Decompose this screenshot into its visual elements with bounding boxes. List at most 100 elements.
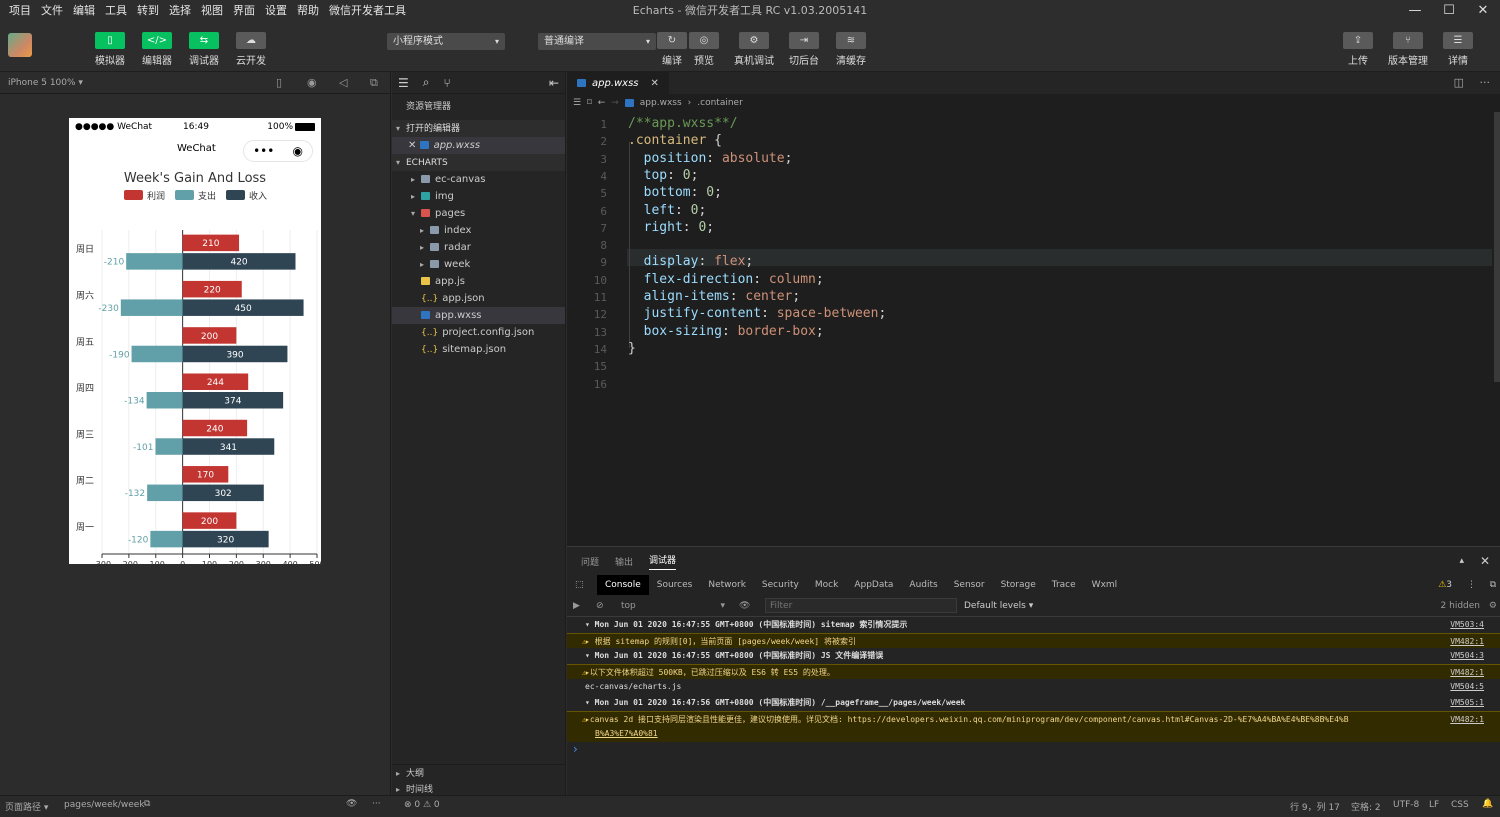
menu-item[interactable]: 界面 (228, 0, 260, 22)
code-line[interactable]: position: absolute; (628, 151, 793, 166)
breadcrumb-selector[interactable]: .container (697, 98, 743, 108)
cursor-position[interactable]: 行 9，列 17 (1290, 800, 1340, 813)
close-icon[interactable]: ✕ (408, 140, 420, 151)
warning-count[interactable]: ⚠3 (1438, 575, 1452, 595)
close-icon[interactable]: ✕ (1480, 554, 1490, 568)
devtools-tab-sources[interactable]: Sources (649, 575, 701, 595)
language-mode[interactable]: CSS (1451, 800, 1469, 810)
outline-section[interactable]: ▸ 大纲 (392, 764, 565, 781)
eye-icon[interactable]: 👁 (739, 601, 750, 611)
tree-item-app-wxss[interactable]: app.wxss (392, 307, 565, 324)
compile-select[interactable]: 普通编译 ▾ (538, 33, 656, 50)
devtools-tab-sensor[interactable]: Sensor (946, 575, 993, 595)
sidebar-toggle-icon[interactable]: ▶ (573, 601, 580, 611)
popout-icon[interactable]: ⧉ (370, 76, 378, 90)
back-icon[interactable]: ← (598, 98, 606, 108)
list-icon[interactable]: ☰ (398, 76, 409, 90)
upload-button[interactable]: ⇪ 上传 (1338, 32, 1378, 67)
menu-item[interactable]: 选择 (164, 0, 196, 22)
menu-item[interactable]: 帮助 (292, 0, 324, 22)
device-select[interactable]: iPhone 5 100% ▾ (8, 78, 83, 88)
tree-item-pages[interactable]: ▾ pages (392, 205, 565, 222)
dock-icon[interactable]: ⧉ (1490, 575, 1496, 595)
log-row[interactable]: ⚠ ▸ 根据 sitemap 的规则[0]，当前页面 [pages/week/w… (567, 632, 1500, 649)
devtools-tab-appdata[interactable]: AppData (846, 575, 901, 595)
log-row[interactable]: ▾ Mon Jun 01 2020 16:47:56 GMT+0800 (中国标… (567, 695, 1500, 711)
tree-item-radar[interactable]: ▸ radar (392, 239, 565, 256)
log-row[interactable]: ec-canvas/echarts.js VM504:5 (567, 679, 1500, 695)
gear-button[interactable]: ⚙ 真机调试 (734, 32, 774, 67)
tree-item-sitemap-json[interactable]: {..} sitemap.json (392, 341, 565, 358)
volume-icon[interactable]: ◁ (339, 76, 347, 89)
context-select[interactable]: top ▾ (621, 599, 725, 613)
console-prompt[interactable]: › (567, 742, 1500, 756)
code-line[interactable]: flex-direction: column; (628, 272, 824, 287)
open-editors-section[interactable]: ▾ 打开的编辑器 (392, 120, 565, 137)
inspect-icon[interactable]: ⬚ (575, 575, 584, 595)
devtools-tab-mock[interactable]: Mock (807, 575, 846, 595)
capsule-menu[interactable]: ••• ◉ (243, 140, 313, 162)
devtools-tab-console[interactable]: Console (597, 575, 649, 595)
mode-select[interactable]: 小程序模式 ▾ (387, 33, 505, 50)
devtools-tab-network[interactable]: Network (700, 575, 754, 595)
layers-button[interactable]: ≋ 清缓存 (831, 32, 871, 67)
code-line[interactable]: .container { (628, 133, 722, 148)
log-row[interactable]: ▾ Mon Jun 01 2020 16:47:55 GMT+0800 (中国标… (567, 617, 1500, 633)
branch-icon[interactable]: ⑂ (444, 76, 451, 90)
more-icon[interactable]: ··· (1480, 76, 1491, 89)
phone-icon[interactable]: ▯ (276, 76, 282, 89)
log-source-link[interactable]: VM482:1 (1450, 664, 1484, 680)
copy-icon[interactable]: ⧉ (144, 799, 150, 809)
split-editor-icon[interactable]: ◫ (1454, 76, 1464, 89)
code-area[interactable]: 1/**app.wxss**/2 .container {3 position: … (567, 112, 1500, 546)
menu-button[interactable]: ☰ 详情 (1438, 32, 1478, 67)
tree-item-app-js[interactable]: app.js (392, 273, 565, 290)
code-line[interactable]: align-items: center; (628, 289, 801, 304)
problems-count[interactable]: ⊗ 0 ⚠ 0 (404, 800, 440, 810)
menu-item[interactable]: 设置 (260, 0, 292, 22)
log-source-link[interactable]: VM504:5 (1450, 679, 1484, 695)
log-source-link[interactable]: VM505:1 (1450, 695, 1484, 711)
menu-item[interactable]: 编辑 (68, 0, 100, 22)
tree-item-app-json[interactable]: {..} app.json (392, 290, 565, 307)
devtools-tab-wxml[interactable]: Wxml (1084, 575, 1126, 595)
tab-debugger[interactable]: 调试器 (649, 553, 677, 570)
code-line[interactable]: justify-content: space-between; (628, 306, 887, 321)
tab-output[interactable]: 输出 (615, 555, 633, 568)
indentation[interactable]: 空格: 2 (1351, 800, 1381, 813)
code-line[interactable]: top: 0; (628, 168, 699, 183)
log-source-link[interactable]: VM503:4 (1450, 617, 1484, 633)
log-row[interactable]: ▾ Mon Jun 01 2020 16:47:55 GMT+0800 (中国标… (567, 648, 1500, 664)
tree-item-ec-canvas[interactable]: ▸ ec-canvas (392, 171, 565, 188)
debug-button[interactable]: ⇆ 调试器 (184, 32, 224, 67)
breadcrumb-file[interactable]: app.wxss (640, 98, 682, 108)
code-line[interactable]: /**app.wxss**/ (628, 116, 738, 131)
menu-item[interactable]: 文件 (36, 0, 68, 22)
menu-item[interactable]: 工具 (100, 0, 132, 22)
eye-icon[interactable]: 👁 (346, 799, 357, 809)
record-icon[interactable]: ◉ (307, 76, 317, 89)
tree-item-project-config-json[interactable]: {..} project.config.json (392, 324, 565, 341)
log-source-link[interactable]: VM504:3 (1450, 648, 1484, 664)
log-row[interactable]: ⚠ ▸以下文件体积超过 500KB，已跳过压缩以及 ES6 转 ES5 的处理。… (567, 663, 1500, 680)
tab-problems[interactable]: 问题 (581, 555, 599, 568)
log-source-link[interactable]: VM482:1 (1450, 711, 1484, 727)
bell-icon[interactable]: 🔔 (1482, 799, 1493, 809)
bookmark-icon[interactable]: ⌑ (587, 98, 592, 108)
code-line[interactable]: display: flex; (628, 254, 754, 269)
page-path-label[interactable]: 页面路径 ▾ (5, 800, 48, 813)
log-row[interactable]: B%A3%E7%A0%81 (567, 726, 1500, 742)
log-source-link[interactable]: VM482:1 (1450, 633, 1484, 649)
code-line[interactable]: bottom: 0; (628, 185, 722, 200)
forward-icon[interactable]: → (611, 98, 619, 108)
close-window-icon[interactable]: ✕ (1466, 0, 1500, 22)
more-icon[interactable]: ··· (372, 799, 381, 809)
menu-item[interactable]: 视图 (196, 0, 228, 22)
code-line[interactable]: box-sizing: border-box; (628, 324, 824, 339)
encoding[interactable]: UTF-8 (1393, 800, 1419, 810)
log-levels-select[interactable]: Default levels ▾ (964, 601, 1033, 611)
phone-button[interactable]: ▯ 模拟器 (90, 32, 130, 67)
eol[interactable]: LF (1429, 800, 1439, 810)
switch-button[interactable]: ⇥ 切后台 (784, 32, 824, 67)
collapse-icon[interactable]: ⇤ (549, 76, 559, 90)
